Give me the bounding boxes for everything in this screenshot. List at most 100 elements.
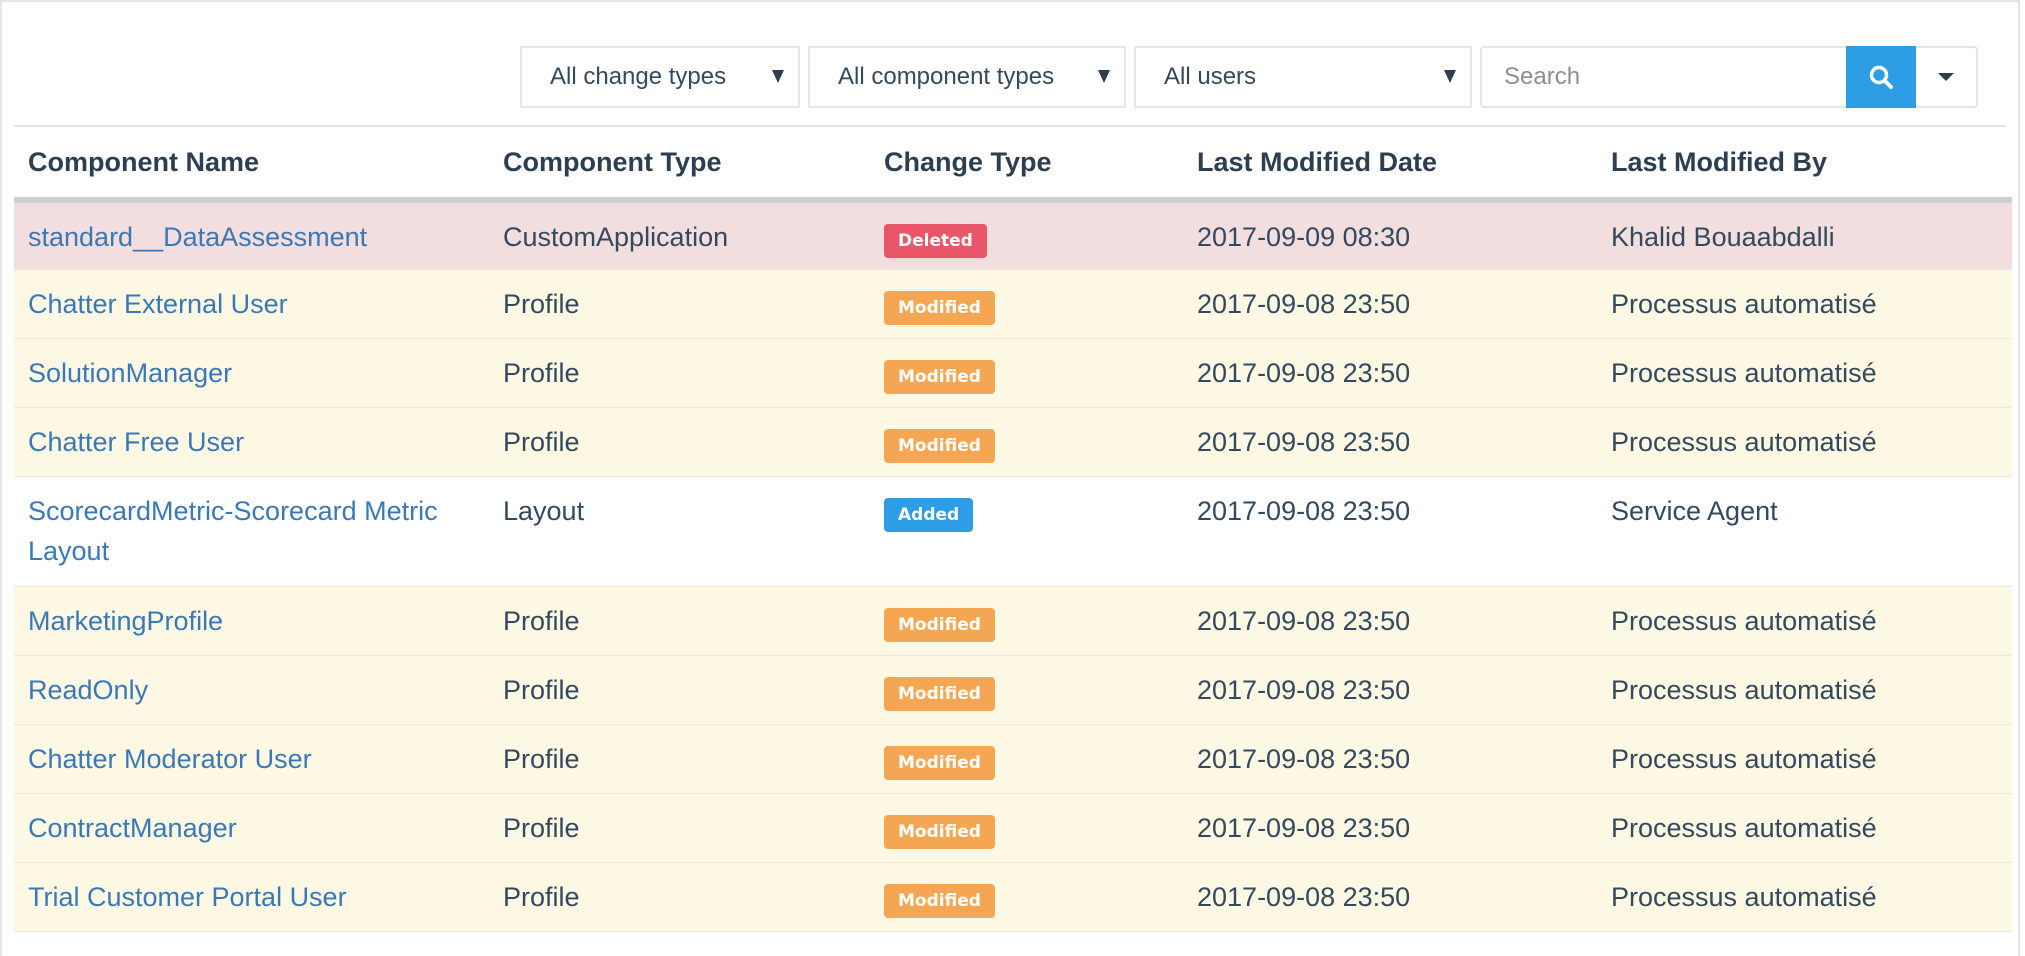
cell-last-modified-by: Processus automatisé xyxy=(1597,862,2012,932)
search-group xyxy=(1480,46,1978,108)
cell-component-type: Profile xyxy=(489,724,870,794)
cell-change-type: Modified xyxy=(870,338,1183,408)
table-row: standard__DataAssessment CustomApplicatio… xyxy=(14,200,2012,270)
cell-component-type: Profile xyxy=(489,407,870,477)
cell-component-name: standard__DataAssessment xyxy=(14,200,489,270)
cell-last-modified-date: 2017-09-08 23:50 xyxy=(1183,862,1597,932)
change-type-badge: Modified xyxy=(884,428,995,463)
cell-component-name: ContractManager xyxy=(14,793,489,863)
component-name-link[interactable]: Chatter External User xyxy=(28,289,288,319)
cell-change-type: Modified xyxy=(870,724,1183,794)
cell-last-modified-by: Processus automatisé xyxy=(1597,586,2012,656)
users-select[interactable]: All users xyxy=(1134,46,1472,108)
cell-component-type: Profile xyxy=(489,862,870,932)
table-row: ContractManager Profile Modified 2017-09-08… xyxy=(14,793,2012,863)
table-row: ReadOnly Profile Modified 2017-09-08 23:50 P… xyxy=(14,655,2012,725)
header-component-name[interactable]: Component Name xyxy=(14,127,489,203)
component-type-select[interactable]: All component types xyxy=(808,46,1126,108)
search-input[interactable] xyxy=(1482,48,1846,106)
cell-component-name: Chatter External User xyxy=(14,269,489,339)
cell-last-modified-by: Processus automatisé xyxy=(1597,655,2012,725)
table-header-row: Component Name Component Type Change Typ… xyxy=(14,127,2012,203)
cell-change-type: Deleted xyxy=(870,200,1183,270)
cell-change-type: Modified xyxy=(870,269,1183,339)
table-row: Chatter Moderator User Profile Modified 201… xyxy=(14,724,2012,794)
caret-down-icon xyxy=(772,70,784,83)
header-change-type[interactable]: Change Type xyxy=(870,127,1183,203)
caret-down-icon xyxy=(1444,70,1456,83)
table-row: ScorecardMetric-Scorecard Metric Layout L… xyxy=(14,476,2012,587)
cell-component-type: Profile xyxy=(489,655,870,725)
search-icon xyxy=(1869,65,1893,89)
table-row: Chatter External User Profile Modified 2017… xyxy=(14,269,2012,339)
cell-last-modified-by: Khalid Bouaabdalli xyxy=(1597,200,2012,270)
cell-component-type: Profile xyxy=(489,338,870,408)
changes-table: Component Name Component Type Change Typ… xyxy=(14,127,2012,932)
cell-component-type: Profile xyxy=(489,586,870,656)
component-name-link[interactable]: SolutionManager xyxy=(28,358,232,388)
change-type-badge: Deleted xyxy=(884,224,987,258)
change-type-badge: Modified xyxy=(884,359,995,394)
cell-last-modified-date: 2017-09-08 23:50 xyxy=(1183,407,1597,477)
component-name-link[interactable]: Chatter Free User xyxy=(28,427,244,457)
cell-component-type: CustomApplication xyxy=(489,200,870,270)
cell-change-type: Modified xyxy=(870,793,1183,863)
cell-last-modified-date: 2017-09-08 23:50 xyxy=(1183,724,1597,794)
cell-last-modified-date: 2017-09-09 08:30 xyxy=(1183,200,1597,270)
cell-last-modified-date: 2017-09-08 23:50 xyxy=(1183,476,1597,587)
component-name-link[interactable]: ScorecardMetric-Scorecard Metric Layout xyxy=(28,496,438,566)
component-name-link[interactable]: ReadOnly xyxy=(28,675,148,705)
component-name-link[interactable]: standard__DataAssessment xyxy=(28,222,367,252)
users-select-value: All users xyxy=(1164,63,1257,90)
change-type-badge: Modified xyxy=(884,814,995,849)
cell-component-name: MarketingProfile xyxy=(14,586,489,656)
cell-last-modified-by: Processus automatisé xyxy=(1597,338,2012,408)
table-row: Trial Customer Portal User Profile Modifie… xyxy=(14,862,2012,932)
cell-component-type: Profile xyxy=(489,269,870,339)
change-type-badge: Modified xyxy=(884,676,995,711)
component-name-link[interactable]: MarketingProfile xyxy=(28,606,223,636)
cell-component-name: Chatter Free User xyxy=(14,407,489,477)
cell-last-modified-by: Processus automatisé xyxy=(1597,724,2012,794)
cell-last-modified-by: Processus automatisé xyxy=(1597,407,2012,477)
change-type-badge: Modified xyxy=(884,883,995,918)
cell-component-name: Chatter Moderator User xyxy=(14,724,489,794)
cell-last-modified-by: Processus automatisé xyxy=(1597,793,2012,863)
change-type-select[interactable]: All change types xyxy=(520,46,800,108)
component-name-link[interactable]: Chatter Moderator User xyxy=(28,744,312,774)
cell-last-modified-date: 2017-09-08 23:50 xyxy=(1183,586,1597,656)
cell-component-type: Layout xyxy=(489,476,870,587)
change-type-badge: Modified xyxy=(884,290,995,325)
table-row: MarketingProfile Profile Modified 2017-09-0… xyxy=(14,586,2012,656)
header-component-type[interactable]: Component Type xyxy=(489,127,870,203)
header-last-modified-by[interactable]: Last Modified By xyxy=(1597,127,2012,203)
caret-down-icon xyxy=(1938,73,1954,81)
cell-change-type: Modified xyxy=(870,586,1183,656)
cell-component-name: ReadOnly xyxy=(14,655,489,725)
table-row: SolutionManager Profile Modified 2017-09-08… xyxy=(14,338,2012,408)
change-type-select-value: All change types xyxy=(550,63,727,90)
caret-down-icon xyxy=(1098,70,1110,83)
cell-last-modified-date: 2017-09-08 23:50 xyxy=(1183,793,1597,863)
cell-last-modified-date: 2017-09-08 23:50 xyxy=(1183,338,1597,408)
changes-panel: All change types All component types All… xyxy=(0,0,2020,956)
search-button[interactable] xyxy=(1846,46,1916,108)
cell-change-type: Modified xyxy=(870,655,1183,725)
cell-component-name: SolutionManager xyxy=(14,338,489,408)
header-last-modified-date[interactable]: Last Modified Date xyxy=(1183,127,1597,203)
change-type-badge: Added xyxy=(884,497,974,532)
cell-change-type: Modified xyxy=(870,407,1183,477)
component-name-link[interactable]: ContractManager xyxy=(28,813,237,843)
search-options-dropdown-button[interactable] xyxy=(1916,48,1976,106)
change-type-badge: Modified xyxy=(884,745,995,780)
cell-change-type: Added xyxy=(870,476,1183,587)
filter-toolbar: All change types All component types All… xyxy=(520,46,1978,108)
component-name-link[interactable]: Trial Customer Portal User xyxy=(28,882,347,912)
cell-component-name: ScorecardMetric-Scorecard Metric Layout xyxy=(14,476,489,587)
change-type-badge: Modified xyxy=(884,607,995,642)
cell-component-type: Profile xyxy=(489,793,870,863)
table-row: Chatter Free User Profile Modified 2017-09-… xyxy=(14,407,2012,477)
cell-last-modified-date: 2017-09-08 23:50 xyxy=(1183,655,1597,725)
cell-component-name: Trial Customer Portal User xyxy=(14,862,489,932)
cell-last-modified-by: Processus automatisé xyxy=(1597,269,2012,339)
